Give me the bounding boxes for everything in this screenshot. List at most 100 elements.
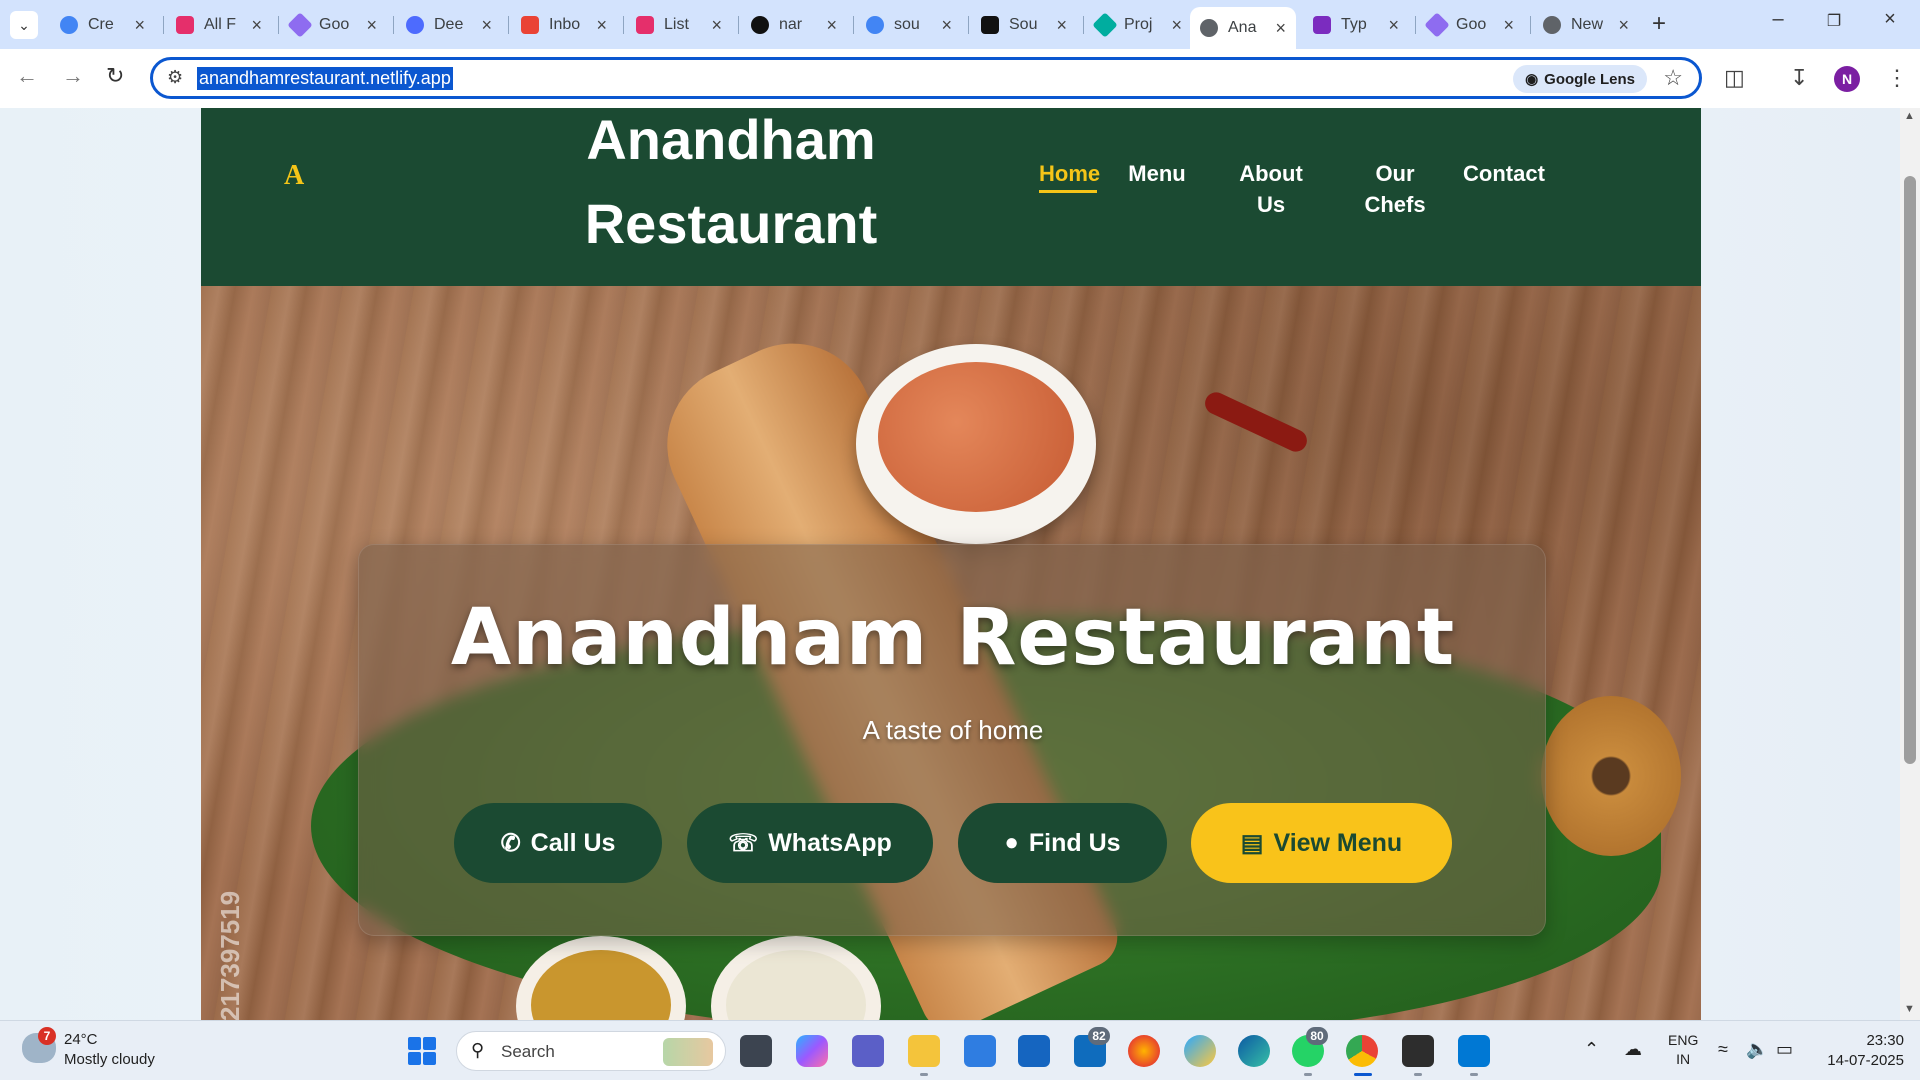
whatsapp-button[interactable]: ☏ WhatsApp [687,803,933,883]
download-icon[interactable]: ↧ [1790,65,1808,91]
volume-icon[interactable]: 🔈 [1746,1039,1768,1060]
close-tab-icon[interactable]: × [1618,15,1629,36]
close-tab-icon[interactable]: × [366,15,377,36]
browser-tab[interactable]: Proj × [1086,7,1192,43]
minimize-icon[interactable]: – [1758,8,1798,31]
find-us-button[interactable]: ● Find Us [958,803,1167,883]
address-bar[interactable]: ⚙ anandhamrestaurant.netlify.app ◉ Google… [150,57,1702,99]
site-logo[interactable]: A [284,160,304,192]
hero-section: 217397519 Anandham Restaurant A taste of… [201,286,1701,1020]
google-icon [866,16,884,34]
copilot-app-icon[interactable] [1184,1035,1216,1067]
restaurant-site: A Anandham Restaurant Home Menu About Us… [201,108,1701,1020]
site-settings-icon[interactable]: ⚙ [167,67,183,88]
close-tab-icon[interactable]: × [826,15,837,36]
browser-tab[interactable]: Goo × [281,7,387,43]
onedrive-icon[interactable]: ☁ [1624,1039,1642,1060]
task-view-icon[interactable] [740,1035,772,1067]
weather-alert-badge: 7 [38,1027,56,1045]
forward-arrow-icon[interactable]: → [62,63,84,89]
copilot-icon[interactable] [796,1035,828,1067]
scroll-down-icon[interactable]: ▼ [1904,1003,1915,1015]
restore-icon[interactable]: ❐ [1814,11,1854,31]
microsoft-store-icon[interactable] [1018,1035,1050,1067]
close-tab-icon[interactable]: × [1275,18,1286,39]
firefox-icon[interactable] [1128,1035,1160,1067]
page-scrollbar[interactable]: ▲ ▼ [1900,108,1920,1020]
chrome-icon [1543,16,1561,34]
browser-tab[interactable]: Dee × [396,7,502,43]
close-tab-icon[interactable]: × [1388,15,1399,36]
close-tab-icon[interactable]: × [711,15,722,36]
close-tab-icon[interactable]: × [941,15,952,36]
chevron-down-icon: ⌄ [18,16,30,33]
browser-tab[interactable]: Typ × [1303,7,1409,43]
canva-icon [176,16,194,34]
browser-tab[interactable]: New × [1533,7,1639,43]
close-tab-icon[interactable]: × [134,15,145,36]
close-tab-icon[interactable]: × [1503,15,1514,36]
deepseek-icon [406,16,424,34]
nav-link-home[interactable]: Home [1039,158,1100,189]
edge-icon[interactable] [1238,1035,1270,1067]
system-clock[interactable]: 23:30 14-07-2025 [1818,1031,1904,1071]
browser-tab[interactable]: Cre × [50,7,155,43]
scroll-up-icon[interactable]: ▲ [1904,110,1915,122]
close-tab-icon[interactable]: × [596,15,607,36]
browser-tab[interactable]: List × [626,7,732,43]
reload-icon[interactable]: ↻ [106,63,124,89]
qr-icon [1313,16,1331,34]
vada-image [1541,696,1681,856]
hero-title: Anandham Restaurant [450,593,1456,683]
close-tab-icon[interactable]: × [1056,15,1067,36]
window-close-icon[interactable]: × [1870,8,1910,31]
browser-tab[interactable]: Goo × [1418,7,1524,43]
page-viewport: A Anandham Restaurant Home Menu About Us… [0,108,1920,1020]
close-tab-icon[interactable]: × [1171,15,1182,36]
close-tab-icon[interactable]: × [251,15,262,36]
whatsapp-badge: 80 [1306,1027,1328,1045]
new-tab-plus-icon[interactable]: + [1652,10,1666,38]
close-tab-icon[interactable]: × [481,15,492,36]
profile-avatar[interactable]: N [1834,66,1860,92]
mylio-icon[interactable] [964,1035,996,1067]
browser-tab[interactable]: Sou × [971,7,1077,43]
url-text[interactable]: anandhamrestaurant.netlify.app [197,67,453,90]
gmail-icon [521,16,539,34]
chrome-app-icon[interactable] [1346,1035,1378,1067]
windows-start-button[interactable] [408,1037,436,1065]
outlook-badge: 82 [1088,1027,1110,1045]
browser-tab-active[interactable]: Ana × [1190,7,1296,49]
scrollbar-thumb[interactable] [1904,176,1916,764]
teams-icon[interactable] [852,1035,884,1067]
chevron-up-icon[interactable]: ⌃ [1584,1039,1599,1060]
browser-tab-strip: ⌄ Cre × All F × Goo × Dee × Inbo × List × nar ×… [0,0,1920,49]
back-arrow-icon[interactable]: ← [16,63,38,89]
nav-link-contact[interactable]: Contact [1459,158,1549,189]
browser-tab[interactable]: All F × [166,7,272,43]
wifi-icon[interactable]: ≈ [1718,1039,1728,1060]
site-header: A Anandham Restaurant Home Menu About Us… [201,108,1701,286]
taskbar-search-box[interactable]: ⚲ Search [456,1031,726,1071]
file-explorer-icon[interactable] [908,1035,940,1067]
nav-link-menu[interactable]: Menu [1127,158,1187,189]
google-lens-button[interactable]: ◉ Google Lens [1513,65,1647,93]
tab-search-button[interactable]: ⌄ [10,11,38,39]
input-language[interactable]: ENG IN [1668,1031,1698,1069]
browser-tab[interactable]: nar × [741,7,847,43]
bookmark-star-icon[interactable]: ☆ [1663,65,1683,91]
browser-tab[interactable]: sou × [856,7,962,43]
nav-link-about[interactable]: About Us [1231,158,1311,220]
view-menu-button[interactable]: ▤ View Menu [1191,803,1452,883]
nav-link-chefs[interactable]: Our Chefs [1355,158,1435,220]
terminal-icon[interactable] [1402,1035,1434,1067]
kebab-menu-icon[interactable]: ⋮ [1886,65,1908,91]
call-us-button[interactable]: ✆ Call Us [454,803,662,883]
vscode-icon[interactable] [1458,1035,1490,1067]
google-icon [60,16,78,34]
extensions-puzzle-icon[interactable]: ◫ [1724,65,1745,91]
battery-icon[interactable]: ▭ [1776,1039,1793,1060]
book-icon: ▤ [1240,829,1264,857]
stackblitz-icon [981,16,999,34]
browser-tab[interactable]: Inbo × [511,7,617,43]
